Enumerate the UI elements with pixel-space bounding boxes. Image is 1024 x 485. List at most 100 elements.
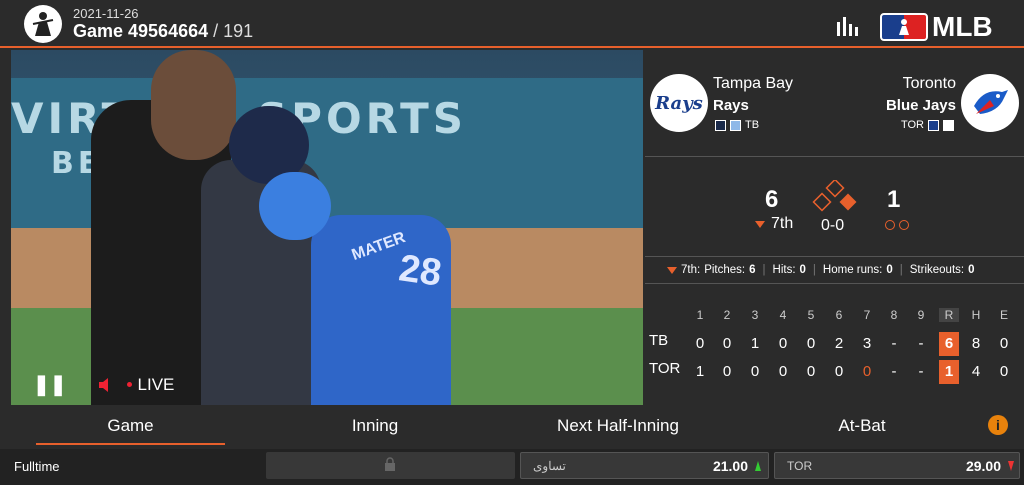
tab-next-half-inning[interactable]: Next Half-Inning — [520, 416, 716, 436]
outs-indicator — [885, 220, 909, 230]
away-bet-label: TOR — [787, 459, 813, 473]
box-cell: 0 — [695, 335, 705, 352]
tab-inning[interactable]: Inning — [290, 416, 460, 436]
stats-bars-icon[interactable] — [836, 14, 860, 36]
out-icon — [885, 220, 895, 230]
inning-header: 3 — [751, 308, 759, 322]
pitches-value: 6 — [749, 264, 756, 276]
info-icon[interactable]: i — [988, 415, 1008, 435]
box-cell: 3 — [862, 335, 872, 352]
home-abbr: TB — [745, 119, 760, 131]
video-controls: ❚❚ LIVE — [33, 372, 174, 397]
box-cell: 0 — [806, 363, 816, 380]
pause-icon[interactable]: ❚❚ — [33, 372, 67, 397]
inning-header: 1 — [696, 308, 704, 322]
inning-header: E — [999, 308, 1008, 322]
stats-inning: 7th: — [681, 264, 701, 276]
jersey-number: 28 — [396, 247, 445, 295]
market-label: Fulltime — [14, 459, 60, 474]
box-cell: - — [918, 335, 924, 352]
out-icon — [899, 220, 909, 230]
box-cell: 1 — [750, 335, 760, 352]
box-cell: 0 — [722, 335, 732, 352]
box-score-header: 1 2 3 4 5 6 7 8 9RH E — [645, 308, 1024, 334]
home-name: Rays — [713, 97, 749, 114]
hits-value: 0 — [799, 264, 806, 276]
tab-game[interactable]: Game — [36, 416, 225, 436]
header-bar: 2021-11-26 Game 49564664 / 191 MLB — [0, 0, 1024, 48]
box-cell: 2 — [834, 335, 844, 352]
tab-at-bat[interactable]: At-Bat — [800, 416, 924, 436]
box-cell: 0 — [999, 363, 1009, 380]
mlb-brand: MLB — [880, 11, 993, 43]
game-count: / 191 — [208, 21, 254, 41]
divider — [645, 156, 1024, 157]
odds-up-icon — [755, 461, 761, 471]
virtual-sports-logo-icon — [24, 5, 62, 43]
draw-odds: 21.00 — [712, 458, 748, 474]
stats-separator: | — [899, 264, 903, 276]
away-abbr: TOR — [900, 119, 924, 131]
box-cell: - — [891, 335, 897, 352]
box-cell: 0 — [778, 363, 788, 380]
game-title: Game 49564664 / 191 — [73, 21, 253, 42]
inning-header: R — [939, 308, 959, 322]
lock-icon — [384, 457, 396, 476]
box-score-row: TB 0 0 1 0 0 2 3- -6 8 0 — [645, 332, 1024, 358]
box-cell: 0 — [834, 363, 844, 380]
away-runs: 1 — [887, 186, 901, 213]
box-cell: 8 — [971, 335, 981, 352]
box-cell: 0 — [750, 363, 760, 380]
k-label: Strikeouts: — [909, 264, 965, 276]
away-odds: 29.00 — [965, 458, 1001, 474]
box-cell: 6 — [939, 332, 959, 356]
home-city: Tampa Bay — [713, 75, 794, 92]
inning-header: 6 — [835, 308, 843, 322]
rays-logo-text: Rays — [655, 92, 703, 114]
inning-header: 7 — [863, 308, 871, 322]
box-team: TB — [649, 332, 669, 349]
home-odds-locked — [266, 452, 515, 479]
inning-header: 9 — [917, 308, 925, 322]
divider — [645, 256, 1024, 257]
away-name: Blue Jays — [885, 97, 956, 114]
away-odds-button[interactable]: TOR 29.00 — [774, 452, 1020, 479]
active-tab-indicator — [36, 443, 225, 445]
ball-strike-count: 0-0 — [821, 217, 845, 234]
away-color-swatch — [928, 119, 939, 131]
blue-jays-logo-icon — [961, 74, 1019, 132]
box-cell: 1 — [939, 360, 959, 384]
pitches-label: Pitches: — [704, 264, 746, 276]
stats-separator: | — [812, 264, 816, 276]
box-cell: - — [891, 363, 897, 380]
box-score-row: TOR 1 0 0 0 0 0 0- -1 4 0 — [645, 360, 1024, 386]
away-abbr-row: TOR — [901, 119, 954, 131]
mlb-logo-icon — [880, 13, 928, 41]
odds-down-icon — [1008, 461, 1014, 471]
box-cell: 0 — [722, 363, 732, 380]
stats-separator: | — [762, 264, 766, 276]
hr-value: 0 — [886, 264, 893, 276]
video-player[interactable]: VIRTUAL SPORTS BETTING MATER 28 ❚❚ LIVE — [11, 50, 643, 405]
live-dot-icon — [126, 382, 132, 387]
draw-label: تساوی — [533, 459, 566, 473]
box-cell: 4 — [971, 363, 981, 380]
home-color-swatch — [730, 119, 741, 131]
live-label: LIVE — [137, 374, 175, 394]
home-color-swatch — [715, 119, 726, 131]
scoreboard-panel: Rays Tampa Bay Rays TB Toronto Blue Jays… — [645, 50, 1024, 405]
home-runs: 6 — [765, 186, 779, 213]
bet-row: Fulltime تساوی 21.00 TOR 29.00 — [0, 449, 1024, 485]
inning-header: H — [971, 308, 981, 322]
draw-odds-button[interactable]: تساوی 21.00 — [520, 452, 769, 479]
box-cell: 0 — [806, 335, 816, 352]
box-cell: 0 — [862, 363, 872, 380]
box-cell: 0 — [999, 335, 1009, 352]
market-tabs: Game Inning Next Half-Inning At-Bat — [0, 406, 1024, 448]
speaker-icon[interactable] — [97, 375, 117, 395]
hr-label: Home runs: — [822, 264, 883, 276]
hits-label: Hits: — [772, 264, 796, 276]
inning-label: 7th — [771, 215, 794, 232]
batter-helmet — [259, 172, 331, 240]
box-cell: 1 — [695, 363, 705, 380]
